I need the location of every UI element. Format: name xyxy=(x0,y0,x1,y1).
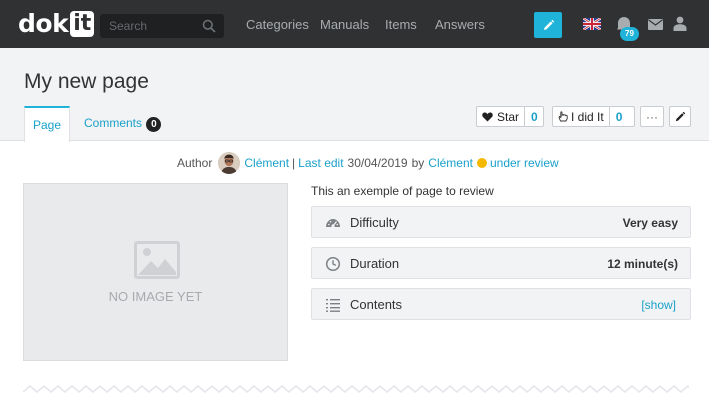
page-title: My new page xyxy=(24,70,149,93)
wavy-divider xyxy=(23,385,689,393)
image-icon xyxy=(134,241,180,279)
star-button[interactable]: Star 0 xyxy=(476,106,544,127)
star-count: 0 xyxy=(524,107,544,126)
edit-page-button[interactable] xyxy=(669,106,691,127)
mail-icon[interactable] xyxy=(648,19,663,30)
nav-link-answers[interactable]: Answers xyxy=(435,17,485,32)
search-input[interactable] xyxy=(100,14,200,38)
hand-icon xyxy=(558,111,568,122)
i-did-it-button-label: I did It xyxy=(553,107,609,126)
nav-link-manuals[interactable]: Manuals xyxy=(320,17,369,32)
gauge-icon xyxy=(326,219,340,228)
notification-count-badge[interactable]: 79 xyxy=(620,27,639,41)
more-options-button[interactable]: ··· xyxy=(640,106,664,127)
last-edit-link[interactable]: Last edit xyxy=(298,156,343,170)
status-link[interactable]: under review xyxy=(490,156,559,170)
heart-icon xyxy=(482,112,493,121)
logo-badge: it xyxy=(70,11,95,37)
pencil-icon xyxy=(543,19,554,30)
avatar[interactable] xyxy=(218,152,241,174)
star-label: Star xyxy=(497,109,520,124)
i-did-it-label: I did It xyxy=(571,109,604,124)
difficulty-value: Very easy xyxy=(622,216,678,230)
ellipsis-icon: ··· xyxy=(646,109,658,124)
contents-label: Contents xyxy=(350,297,403,312)
create-page-button[interactable] xyxy=(534,12,562,38)
i-did-it-button[interactable]: I did It 0 xyxy=(552,106,635,127)
difficulty-label: Difficulty xyxy=(350,215,399,230)
meta-separator: | xyxy=(292,156,296,170)
tab-comments[interactable]: Comments 0 xyxy=(84,106,164,142)
top-navbar: dok it Categories Manuals Items Answers … xyxy=(0,0,709,48)
image-placeholder: NO IMAGE YET xyxy=(23,183,288,361)
status-dot-icon xyxy=(476,158,487,168)
star-button-label: Star xyxy=(477,107,524,126)
duration-label: Duration xyxy=(350,256,400,271)
by-label: by xyxy=(411,156,425,170)
author-photo xyxy=(218,152,241,174)
search-icon[interactable] xyxy=(202,19,216,33)
author-info: Author Clément | Last edit 30/04/2019 by… xyxy=(177,152,559,174)
uk-flag-icon[interactable] xyxy=(583,18,601,30)
clock-icon xyxy=(325,256,341,272)
duration-row: Duration 12 minute(s) xyxy=(311,247,691,279)
comments-count-badge: 0 xyxy=(146,117,162,132)
last-edit-date: 30/04/2019 xyxy=(347,156,408,170)
search-box xyxy=(100,14,224,38)
difficulty-row: Difficulty Very easy xyxy=(311,206,691,238)
show-contents-link[interactable]: [show] xyxy=(641,298,676,312)
contents-row[interactable]: Contents [show] xyxy=(311,288,691,320)
tab-page[interactable]: Page xyxy=(24,106,70,142)
user-icon[interactable] xyxy=(673,16,687,31)
author-link[interactable]: Clément xyxy=(244,156,289,170)
list-icon xyxy=(326,299,340,312)
duration-value: 12 minute(s) xyxy=(607,257,678,271)
tab-comments-label: Comments xyxy=(84,116,143,130)
logo-text: dok xyxy=(18,9,69,38)
dokit-logo[interactable]: dok it xyxy=(18,9,95,38)
i-did-it-count: 0 xyxy=(608,107,629,126)
no-image-text: NO IMAGE YET xyxy=(108,289,203,304)
nav-link-items[interactable]: Items xyxy=(385,17,417,32)
author-label: Author xyxy=(177,156,213,170)
nav-link-categories[interactable]: Categories xyxy=(246,17,309,32)
pencil-icon xyxy=(675,111,686,121)
page-description: This an exemple of page to review xyxy=(311,184,494,198)
editor-link[interactable]: Clément xyxy=(428,156,473,170)
